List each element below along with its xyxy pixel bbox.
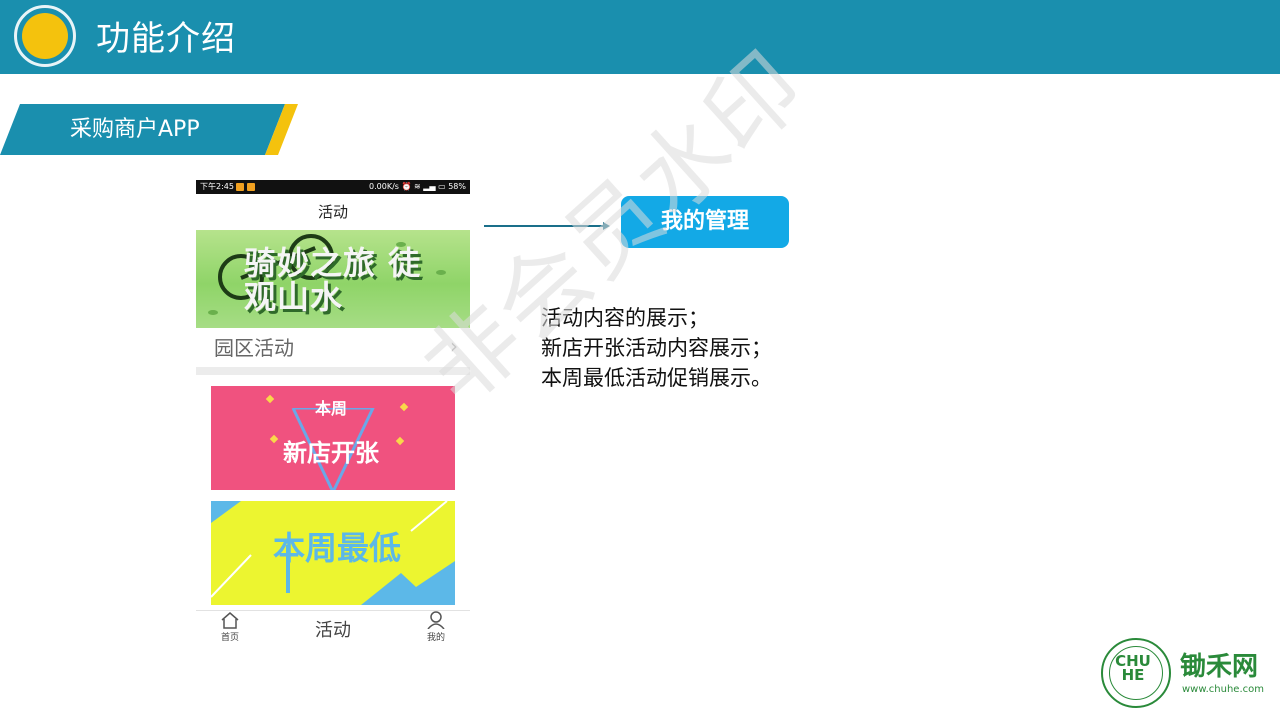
section-label: 采购商户APP [70,117,200,142]
brand-url: www.chuhe.com [1182,684,1264,695]
status-time: 下午2:45 [200,182,234,191]
user-icon [427,611,445,630]
circle-logo-icon [14,5,76,67]
status-indicators: 0.00K/s ⏰ ≋ ▂▄ ▭ 58% [369,180,466,194]
chevron-right-icon: › [450,334,458,358]
brand-seal-logo: CHU HE [1101,638,1171,708]
feature-description: 活动内容的展示； 新店开张活动内容展示； 本周最低活动促销展示。 [541,303,841,393]
home-icon [221,612,239,629]
banner-title: 新店开张 [283,439,379,467]
description-line: 本周最低活动促销展示。 [541,366,772,390]
section-divider [196,367,470,375]
phone-screenshot: 下午2:45 0.00K/s ⏰ ≋ ▂▄ ▭ 58% 活动 骑妙之旅 徒观山水… [196,180,470,650]
confetti-decoration [395,436,405,446]
cycling-banner[interactable]: 骑妙之旅 徒观山水 [196,230,470,328]
banner-subtitle: 本周 [315,399,348,418]
arrow-head-icon [603,222,610,230]
phone-page-title: 活动 [317,203,348,221]
page-title: 功能介绍 [96,19,236,59]
park-activity-label: 园区活动 [214,336,294,360]
confetti-decoration [269,434,279,444]
description-line: 活动内容的展示； [541,306,709,330]
tab-home-label: 首页 [220,633,239,643]
tab-activity-label: 活动 [315,620,351,641]
network-speed: 0.00K/s [369,182,399,191]
description-line: 新店开张活动内容展示； [541,336,772,360]
status-bar: 下午2:45 0.00K/s ⏰ ≋ ▂▄ ▭ 58% [196,180,470,194]
tab-mine[interactable]: 我的 [422,611,450,644]
banner-title: 本周最低 [273,529,402,567]
battery-icon: ▭ [438,182,446,191]
leaf-decoration [208,310,218,315]
tab-bar: 首页 活动 我的 [196,610,470,650]
park-activity-row[interactable]: 园区活动 › [196,330,470,366]
header-bar: 功能介绍 [0,0,1280,74]
my-management-callout: 我的管理 [621,196,789,248]
tab-mine-label: 我的 [426,633,445,643]
signal-icon: ▂▄ [423,182,436,191]
connector-arrow [484,225,604,227]
confetti-decoration [265,394,275,404]
notification-icon [236,183,244,191]
new-store-banner[interactable]: 本周 新店开张 [211,386,455,490]
banner-text: 骑妙之旅 徒观山水 [244,244,422,316]
seal-text: CHU HE [1115,652,1151,684]
weekly-lowest-banner[interactable]: 本周最低 [211,501,455,605]
notification-icon [247,183,255,191]
wifi-icon: ≋ [414,182,421,191]
tab-activity[interactable]: 活动 [308,619,358,643]
brand-name: 锄禾网 [1180,652,1259,682]
section-ribbon: 采购商户APP [0,104,300,155]
tab-home[interactable]: 首页 [216,611,244,644]
battery-level: 58% [448,182,466,191]
alarm-icon: ⏰ [401,182,412,191]
confetti-decoration [399,402,409,412]
